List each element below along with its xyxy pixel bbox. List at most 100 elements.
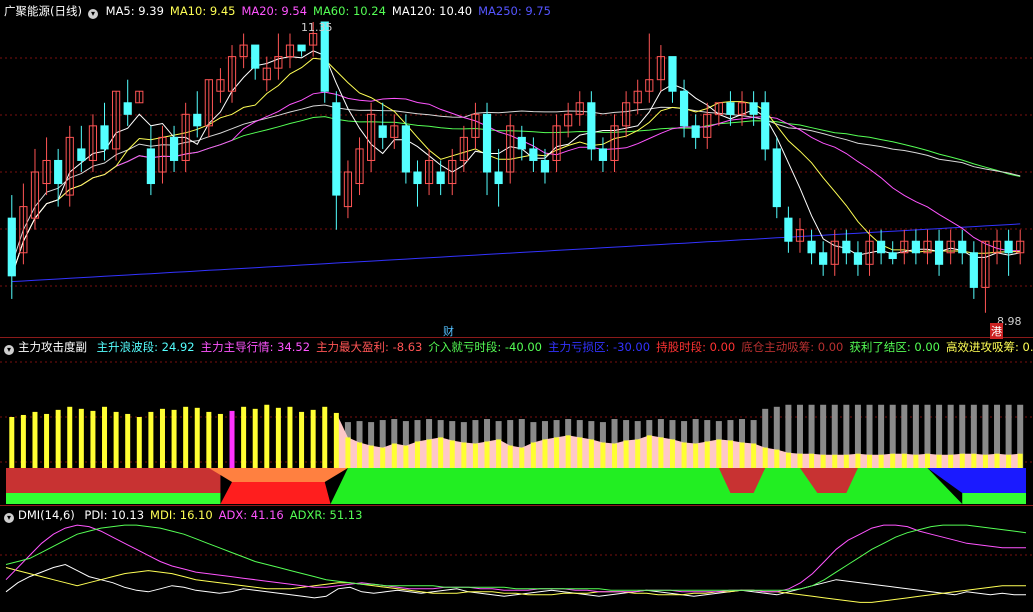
yellow-bar-32 bbox=[380, 447, 386, 468]
yellow-bar-22 bbox=[264, 404, 270, 468]
main-indicator-0: MA5: 9.39 bbox=[105, 4, 164, 18]
zone-green-main bbox=[330, 468, 963, 504]
main-indicator-4: MA120: 10.40 bbox=[391, 4, 473, 18]
candle-body-4 bbox=[54, 159, 63, 185]
candle-body-35 bbox=[413, 171, 422, 185]
candle-body-76 bbox=[888, 252, 897, 260]
yellow-bar-10 bbox=[125, 413, 131, 468]
yellow-bar-28 bbox=[333, 412, 339, 468]
candle-body-37 bbox=[436, 171, 445, 185]
yellow-bar-81 bbox=[948, 454, 954, 468]
yellow-bar-35 bbox=[414, 441, 420, 468]
yellow-bar-44 bbox=[519, 447, 525, 468]
candle-body-34 bbox=[401, 125, 410, 173]
main-indicator-3: MA60: 10.24 bbox=[313, 4, 386, 18]
candle-body-46 bbox=[540, 159, 550, 173]
main-indicator-5: MA250: 9.75 bbox=[478, 4, 551, 18]
yellow-bar-74 bbox=[867, 454, 873, 468]
yellow-bar-83 bbox=[971, 453, 977, 468]
panel3-indicator-3: ADXR: 51.13 bbox=[289, 508, 363, 522]
candle-body-25 bbox=[297, 44, 306, 52]
yellow-bar-80 bbox=[936, 454, 942, 468]
yellow-bar-85 bbox=[994, 453, 1000, 468]
zone-orange bbox=[208, 468, 348, 482]
yellow-bar-17 bbox=[206, 411, 212, 468]
yellow-bar-41 bbox=[484, 441, 490, 468]
candle-body-10 bbox=[123, 102, 132, 115]
panel3-indicator-2: ADX: 41.16 bbox=[218, 508, 284, 522]
candle-body-83 bbox=[969, 252, 978, 288]
yellow-bar-1 bbox=[20, 414, 26, 468]
yellow-bar-87 bbox=[1017, 453, 1023, 468]
yellow-bar-57 bbox=[669, 439, 675, 468]
yellow-bar-9 bbox=[113, 411, 119, 468]
chevron-down-icon[interactable]: ▾ bbox=[4, 513, 14, 523]
yellow-bar-19 bbox=[229, 410, 235, 468]
candle-body-16 bbox=[193, 113, 202, 127]
candle-body-82 bbox=[958, 240, 967, 254]
yellow-bar-48 bbox=[565, 435, 571, 468]
main-legend: 广聚能源(日线) ▾ MA5: 9.39 MA10: 9.45 MA20: 9.54 M… bbox=[4, 4, 557, 19]
panel2-indicator-3: 介入就亏时段: -40.00 bbox=[428, 340, 542, 354]
yellow-bar-20 bbox=[241, 406, 247, 468]
yellow-bar-58 bbox=[681, 442, 687, 468]
yellow-bar-45 bbox=[530, 442, 536, 468]
candle-body-42 bbox=[494, 171, 503, 185]
yellow-bar-73 bbox=[855, 453, 861, 468]
yellow-bar-59 bbox=[693, 443, 699, 468]
candle-body-50 bbox=[587, 102, 596, 150]
yellow-bar-5 bbox=[67, 406, 73, 468]
yellow-bar-7 bbox=[90, 410, 96, 468]
panel3-indicator-1: MDI: 16.10 bbox=[150, 508, 213, 522]
yellow-bar-79 bbox=[924, 453, 930, 468]
yellow-bar-6 bbox=[78, 408, 84, 468]
yellow-bar-8 bbox=[102, 406, 108, 468]
yellow-bar-18 bbox=[217, 413, 223, 468]
yellow-bar-86 bbox=[1006, 454, 1012, 468]
yellow-bar-31 bbox=[368, 445, 374, 468]
chevron-down-icon[interactable]: ▾ bbox=[4, 345, 14, 355]
yellow-bar-76 bbox=[890, 453, 896, 468]
yellow-bar-63 bbox=[739, 442, 745, 468]
candle-body-51 bbox=[598, 148, 608, 161]
yellow-bar-84 bbox=[982, 454, 988, 468]
yellow-bar-52 bbox=[612, 443, 618, 468]
panel2-indicator-8: 高效进攻吸筹: 0.00 bbox=[946, 340, 1033, 354]
cai-marker[interactable]: 财 bbox=[443, 323, 454, 339]
candle-body-12 bbox=[146, 148, 155, 185]
candle-body-6 bbox=[77, 148, 86, 161]
attack-indicator-chart[interactable] bbox=[0, 337, 1033, 505]
zone-red-center bbox=[220, 482, 331, 504]
main-indicator-1: MA10: 9.45 bbox=[169, 4, 236, 18]
yellow-bar-15 bbox=[183, 406, 189, 468]
yellow-bar-38 bbox=[449, 440, 455, 468]
panel2-indicator-5: 持股时段: 0.00 bbox=[656, 340, 736, 354]
candle-body-70 bbox=[819, 252, 828, 265]
zone-red-left bbox=[6, 468, 221, 493]
dmi-mdi-line bbox=[5, 567, 1026, 603]
ma20-line bbox=[11, 91, 1021, 276]
yellow-bar-67 bbox=[785, 452, 791, 468]
price-chart[interactable] bbox=[0, 0, 1033, 337]
candle-body-69 bbox=[807, 240, 816, 254]
panel3-legend: ▾ DMI(14,6) PDI: 10.13 MDI: 16.10 ADX: 41.1… bbox=[4, 508, 368, 523]
yellow-bar-39 bbox=[461, 442, 467, 468]
yellow-bar-4 bbox=[55, 409, 61, 468]
yellow-bar-49 bbox=[577, 437, 583, 468]
main-indicator-2: MA20: 9.54 bbox=[241, 4, 308, 18]
yellow-bar-46 bbox=[542, 439, 548, 468]
chevron-down-icon[interactable]: ▾ bbox=[87, 9, 98, 19]
yellow-bar-2 bbox=[32, 411, 38, 468]
panel2-indicator-6: 底仓主动吸筹: 0.00 bbox=[741, 340, 844, 354]
candle-body-45 bbox=[529, 148, 538, 161]
yellow-bar-75 bbox=[878, 454, 884, 468]
candle-body-8 bbox=[100, 125, 109, 150]
gang-marker[interactable]: 港 bbox=[990, 323, 1003, 339]
candle-body-14 bbox=[169, 136, 179, 161]
main-title: 广聚能源(日线) bbox=[4, 4, 82, 18]
yellow-bar-3 bbox=[44, 413, 50, 468]
yellow-bar-42 bbox=[496, 439, 502, 468]
ma10-line bbox=[11, 57, 1021, 276]
yellow-bar-50 bbox=[588, 439, 594, 468]
yellow-bar-11 bbox=[136, 417, 142, 468]
